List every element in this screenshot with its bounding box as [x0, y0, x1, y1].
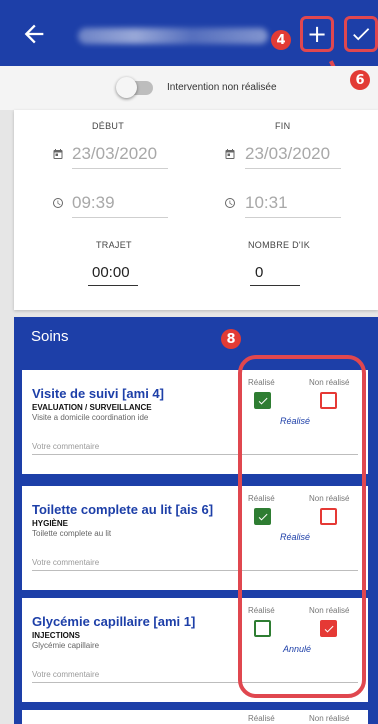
trajet-input[interactable]: 00:00 — [92, 264, 130, 281]
realise-col-label: Réalisé — [248, 714, 275, 723]
annotation-highlight-box — [238, 355, 366, 698]
add-care-button[interactable]: + — [300, 16, 334, 52]
fin-date-input[interactable]: 23/03/2020 — [245, 144, 330, 164]
care-title: Toilette complete au lit [ais 6] — [32, 502, 214, 517]
clock-icon — [225, 198, 235, 208]
ik-label: NOMBRE D'IK — [248, 240, 311, 250]
care-category: INJECTIONS — [32, 631, 81, 640]
fin-time-underline — [245, 217, 341, 218]
dates-card — [14, 110, 378, 310]
annotation-badge-4: 4 — [271, 30, 291, 50]
care-description: Toilette complete au lit — [32, 529, 112, 538]
annotation-badge-6: 6 — [350, 70, 370, 90]
soins-header — [14, 317, 378, 357]
back-button[interactable] — [20, 20, 48, 48]
fin-label: FIN — [275, 121, 291, 131]
ik-underline — [250, 285, 300, 286]
plus-icon: + — [306, 20, 328, 48]
care-title: Glycémie capillaire [ami 1] — [32, 614, 196, 629]
non-realise-col-label: Non réalisé — [309, 714, 350, 723]
trajet-label: TRAJET — [96, 240, 132, 250]
comment-input[interactable]: Votre commentaire — [32, 670, 99, 679]
debut-date-underline — [72, 168, 168, 169]
fin-date-underline — [245, 168, 341, 169]
intervention-toggle-knob[interactable] — [116, 77, 137, 98]
debut-time-input[interactable]: 09:39 — [72, 193, 115, 213]
app-screen: + 4 Intervention non réalisée 6 DÉBUT FI… — [0, 0, 378, 724]
annotation-badge-8: 8 — [221, 329, 241, 349]
calendar-icon — [225, 149, 235, 159]
soins-title: Soins — [31, 328, 69, 345]
arrow-left-icon — [24, 24, 44, 44]
patient-name-blurred — [78, 28, 268, 44]
clock-icon — [53, 198, 63, 208]
care-description: Visite a domicile coordination ide — [32, 413, 149, 422]
care-category: HYGIÈNE — [32, 519, 69, 528]
confirm-button[interactable] — [344, 16, 378, 52]
debut-time-underline — [72, 217, 168, 218]
intervention-toggle-label: Intervention non réalisée — [167, 82, 277, 93]
calendar-icon — [53, 149, 63, 159]
comment-input[interactable]: Votre commentaire — [32, 442, 99, 451]
care-item: Réalisé Non réalisé — [22, 710, 368, 724]
debut-label: DÉBUT — [92, 121, 125, 131]
care-title: Visite de suivi [ami 4] — [32, 386, 164, 401]
care-description: Glycémie capillaire — [32, 641, 100, 650]
ik-input[interactable]: 0 — [255, 264, 263, 281]
comment-input[interactable]: Votre commentaire — [32, 558, 99, 567]
care-category: EVALUATION / SURVEILLANCE — [32, 403, 152, 412]
check-icon — [353, 28, 370, 41]
debut-date-input[interactable]: 23/03/2020 — [72, 144, 157, 164]
trajet-underline — [88, 285, 138, 286]
fin-time-input[interactable]: 10:31 — [245, 193, 288, 213]
